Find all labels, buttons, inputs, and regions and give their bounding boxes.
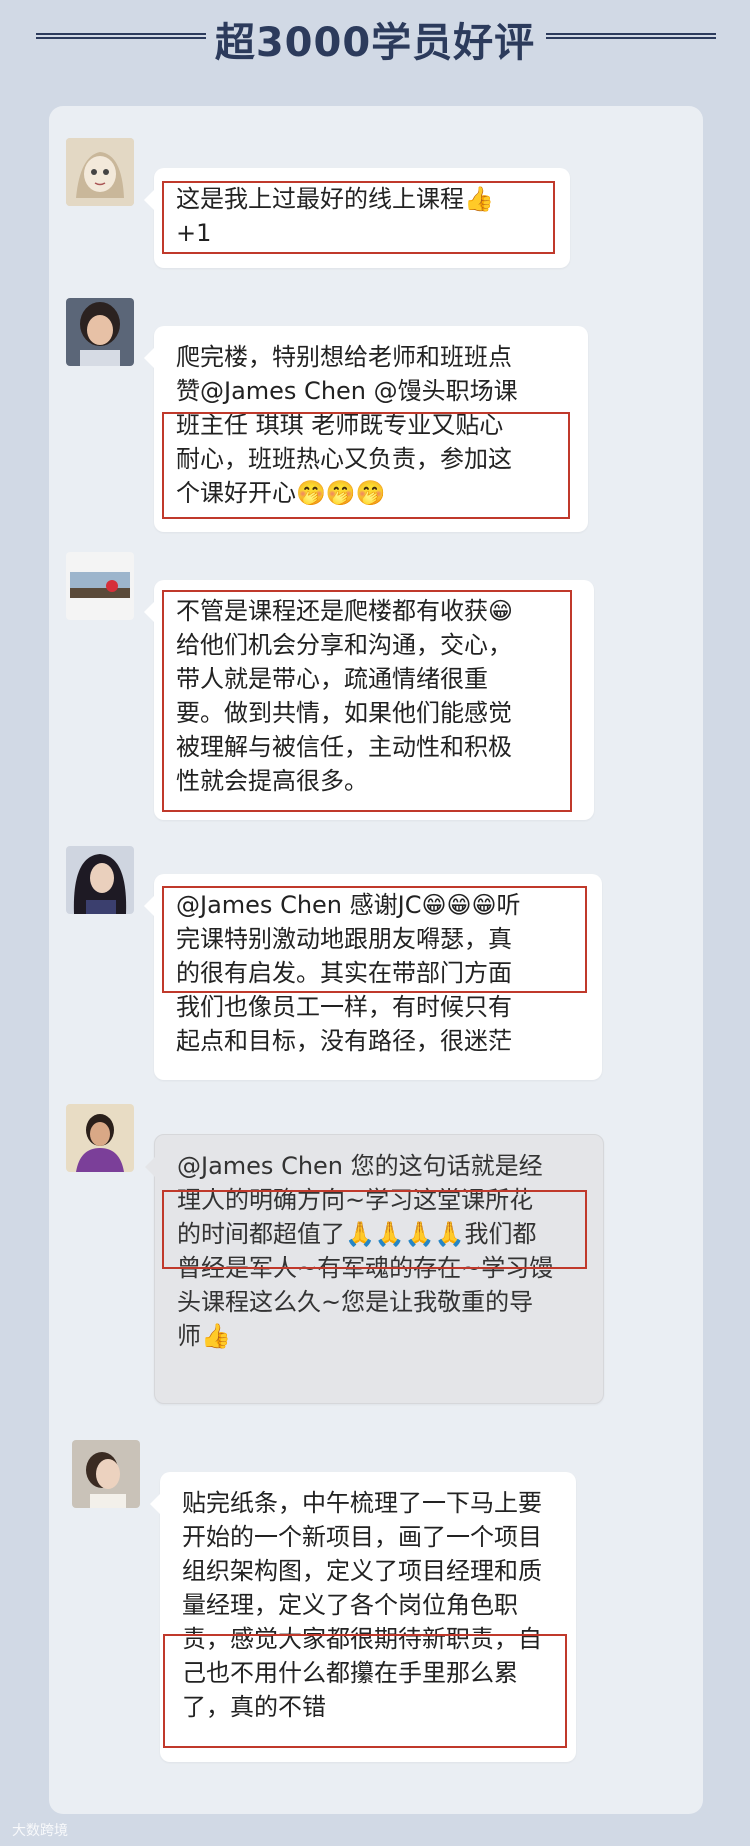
review-text-line: @James Chen 您的这句话就是经 (177, 1152, 543, 1180)
review-text-line: 班主任 琪琪 老师既专业又贴心 (176, 411, 504, 439)
review-text-line: 理人的明确方向~学习这堂课所花 (177, 1186, 534, 1214)
review-text-line: 个课好开心🤭🤭🤭 (176, 479, 386, 507)
review-text-line: 这是我上过最好的线上课程👍 (176, 185, 494, 213)
landscape-avatar-icon (66, 552, 134, 620)
review-text-line: 爬完楼，特别想给老师和班班点 (176, 343, 512, 371)
review-text-line: 师👍 (177, 1322, 231, 1350)
woman-profile-avatar-icon (72, 1440, 140, 1508)
woman-portrait-avatar-icon (66, 298, 134, 366)
review-text-line: 不管是课程还是爬楼都有收获😁 (176, 597, 514, 625)
review-text-line: 完课特别激动地跟朋友嘚瑟，真 (176, 925, 512, 953)
review-text-line: 带人就是带心，疏通情绪很重 (176, 665, 488, 693)
review-text-line: 性就会提高很多。 (176, 767, 368, 795)
review-text-line: 耐心，班班热心又负责，参加这 (176, 445, 512, 473)
header: 超3000学员好评 (0, 0, 750, 80)
review-bubble-5: @James Chen 您的这句话就是经 理人的明确方向~学习这堂课所花 的时间… (145, 1134, 604, 1404)
review-text-line: 起点和目标，没有路径，很迷茫 (176, 1027, 512, 1055)
review-text-line: 贴完纸条，中午梳理了一下马上要 (182, 1489, 542, 1517)
page-title: 超3000学员好评 (214, 20, 536, 66)
review-text-line: 要。做到共情，如果他们能感觉 (176, 699, 512, 727)
review-text-line: @James Chen 感谢JC😁😁😁听 (176, 891, 521, 919)
review-text-line: 被理解与被信任，主动性和积极 (176, 733, 512, 761)
review-text-line: 了，真的不错 (182, 1693, 326, 1721)
watermark: 大数跨境 (12, 1823, 68, 1839)
review-text-line: 组织架构图，定义了项目经理和质 (182, 1557, 542, 1585)
woman-dark-hair-avatar-icon (66, 846, 134, 914)
review-text-line: 的很有启发。其实在带部门方面 (176, 959, 512, 987)
review-text-line: 赞@James Chen @馒头职场课 (176, 377, 518, 405)
cartoon-girl-avatar-icon (66, 138, 134, 206)
review-text-line: 开始的一个新项目，画了一个项目 (182, 1523, 542, 1551)
review-bubble-3: 不管是课程还是爬楼都有收获😁 给他们机会分享和沟通，交心， 带人就是带心，疏通情… (144, 580, 594, 820)
review-bubble-2: 爬完楼，特别想给老师和班班点 赞@James Chen @馒头职场课 班主任 琪… (144, 326, 588, 532)
review-text-line: 我们也像员工一样，有时候只有 (176, 993, 512, 1021)
woman-purple-avatar-icon (66, 1104, 134, 1172)
review-text-line: 的时间都超值了🙏🙏🙏🙏我们都 (177, 1220, 537, 1248)
review-text-line: 己也不用什么都攥在手里那么累 (182, 1659, 518, 1687)
review-text-line: 责，感觉大家都很期待新职责，自 (182, 1625, 542, 1653)
review-bubble-1: 这是我上过最好的线上课程👍 +1 (144, 168, 570, 268)
review-text-line: 曾经是军人~有军魂的存在~学习馒 (177, 1254, 554, 1282)
review-text-line: +1 (176, 219, 212, 247)
review-text-line: 量经理，定义了各个岗位角色职 (182, 1591, 518, 1619)
review-bubble-6: 贴完纸条，中午梳理了一下马上要 开始的一个新项目，画了一个项目 组织架构图，定义… (150, 1472, 576, 1762)
review-bubble-4: @James Chen 感谢JC😁😁😁听 完课特别激动地跟朋友嘚瑟，真 的很有启… (144, 874, 602, 1080)
header-right-rule (546, 33, 716, 39)
review-text-line: 头课程这么久~您是让我敬重的导 (177, 1288, 534, 1316)
review-text-line: 给他们机会分享和沟通，交心， (176, 631, 512, 659)
